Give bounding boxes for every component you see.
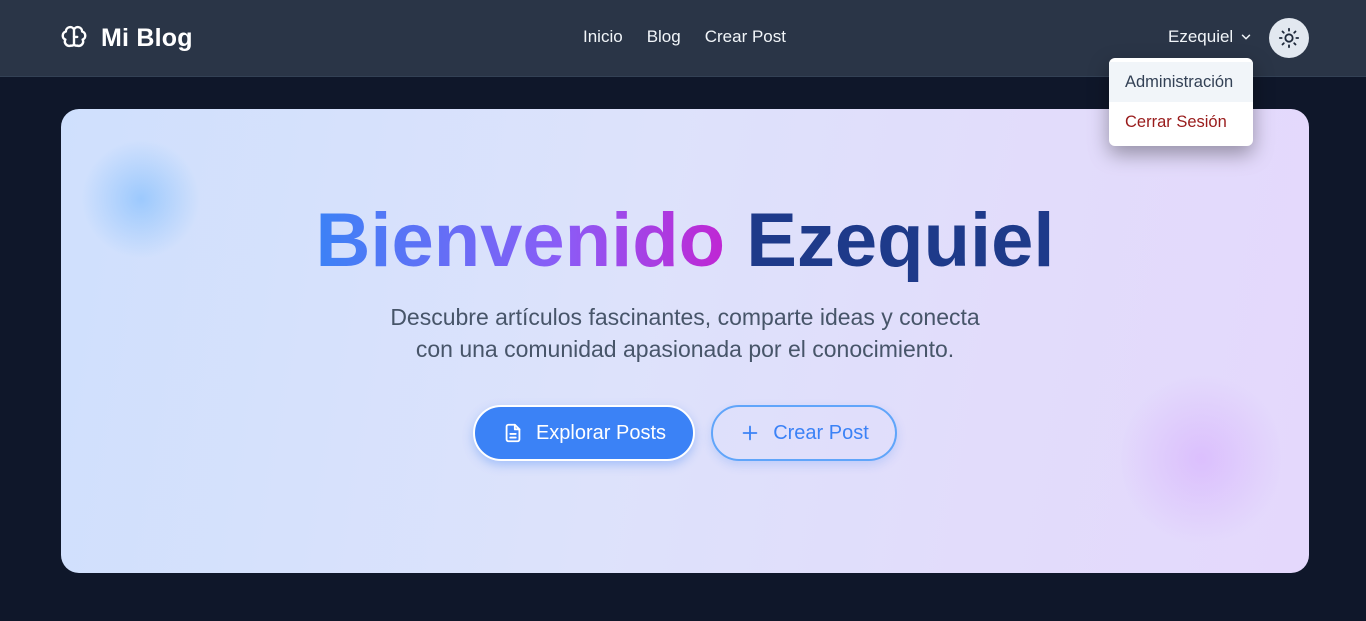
explore-posts-label: Explorar Posts — [535, 421, 667, 444]
create-post-label: Crear Post — [773, 421, 869, 444]
nav-link-crear-post[interactable]: Crear Post — [705, 27, 786, 47]
hero-subtitle-line1: Descubre artículos fascinantes, comparte… — [390, 304, 980, 330]
greeting-text: Bienvenido — [315, 198, 726, 283]
sun-icon — [1278, 27, 1300, 49]
user-menu-toggle[interactable]: Ezequiel — [1168, 27, 1253, 47]
nav-link-inicio[interactable]: Inicio — [583, 27, 623, 47]
user-name-heading: Ezequiel — [746, 198, 1055, 283]
hero-subtitle-line2: con una comunidad apasionada por el cono… — [415, 336, 955, 362]
hero-title: Bienvenido Ezequiel — [61, 199, 1309, 283]
theme-toggle-button[interactable] — [1269, 18, 1309, 58]
explore-posts-button[interactable]: Explorar Posts — [473, 405, 695, 461]
document-icon — [502, 422, 524, 444]
create-post-button[interactable]: Crear Post — [711, 405, 897, 461]
plus-icon — [739, 422, 761, 444]
decorative-blob — [1121, 369, 1281, 549]
menu-item-admin[interactable]: Administración — [1109, 62, 1253, 102]
chevron-down-icon — [1239, 30, 1253, 44]
nav-links: Inicio Blog Crear Post — [583, 27, 786, 47]
nav-link-blog[interactable]: Blog — [647, 27, 681, 47]
brain-icon — [61, 25, 87, 51]
hero-section: Bienvenido Ezequiel Descubre artículos f… — [61, 109, 1309, 573]
brand-name: Mi Blog — [101, 23, 193, 52]
menu-item-logout[interactable]: Cerrar Sesión — [1109, 102, 1253, 142]
brand-link[interactable]: Mi Blog — [61, 22, 193, 54]
user-name: Ezequiel — [1168, 27, 1234, 46]
user-dropdown-menu: Administración Cerrar Sesión — [1109, 58, 1253, 146]
hero-subtitle: Descubre artículos fascinantes, comparte… — [335, 301, 1035, 365]
